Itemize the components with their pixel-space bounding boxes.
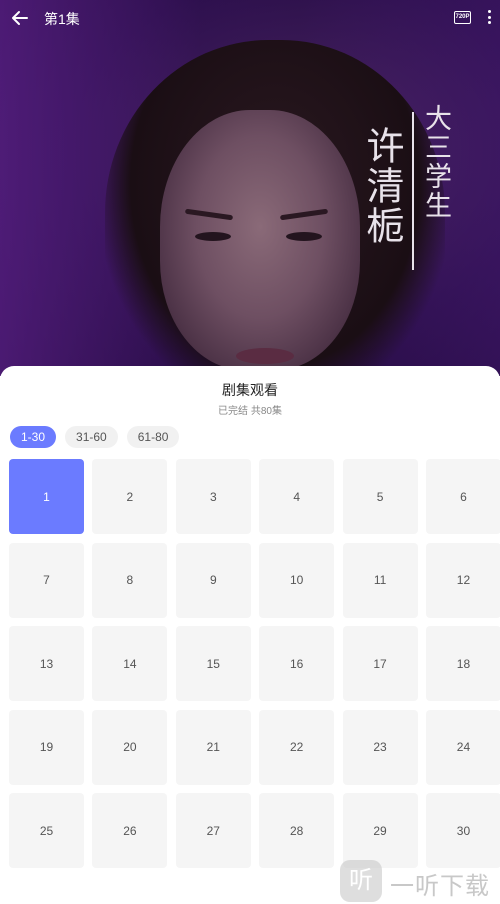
video-player[interactable]: 许清栀 大三学生 第1集 720P bbox=[0, 0, 500, 376]
episode-cell[interactable]: 9 bbox=[175, 542, 251, 618]
watermark: 听 一听下载 bbox=[340, 860, 500, 904]
episode-cell[interactable]: 6 bbox=[425, 459, 500, 534]
episode-cell[interactable]: 20 bbox=[92, 709, 168, 785]
episode-cell[interactable]: 25 bbox=[9, 793, 84, 868]
episode-title: 第1集 bbox=[44, 11, 80, 27]
quality-720p-icon[interactable]: 720P bbox=[454, 11, 471, 24]
episode-cell[interactable]: 17 bbox=[342, 626, 418, 701]
episode-cell[interactable]: 16 bbox=[259, 626, 335, 701]
video-figure-eye bbox=[195, 232, 231, 241]
video-figure-face bbox=[160, 110, 360, 370]
episode-cell[interactable]: 8 bbox=[92, 542, 168, 618]
caption-divider bbox=[412, 112, 414, 270]
more-options-icon[interactable] bbox=[488, 10, 492, 26]
episode-cell[interactable]: 22 bbox=[259, 709, 335, 785]
player-top-bar: 第1集 720P bbox=[0, 0, 500, 36]
episode-sheet: 剧集观看 已完结 共80集 1-30 31-60 61-80 1 2 3 4 5 6 7 8 9 10… bbox=[0, 366, 500, 904]
sheet-subtitle: 已完结 共80集 bbox=[218, 406, 282, 417]
episode-cell[interactable]: 19 bbox=[9, 709, 84, 785]
episode-cell[interactable]: 30 bbox=[425, 793, 500, 868]
episode-cell[interactable]: 13 bbox=[9, 626, 84, 701]
episode-cell[interactable]: 10 bbox=[259, 542, 335, 618]
episode-cell[interactable]: 5 bbox=[342, 459, 418, 534]
episode-cell[interactable]: 12 bbox=[425, 542, 500, 618]
video-caption-name: 许清栀 bbox=[360, 126, 404, 246]
episode-cell[interactable]: 1 bbox=[9, 459, 84, 534]
video-figure-eye bbox=[286, 232, 322, 241]
video-figure-lips bbox=[236, 348, 294, 364]
video-caption-role: 大三学生 bbox=[420, 104, 451, 220]
episode-cell[interactable]: 28 bbox=[259, 793, 335, 868]
episode-cell[interactable]: 18 bbox=[425, 626, 500, 701]
episode-cell[interactable]: 11 bbox=[342, 542, 418, 618]
episode-range-tabs: 1-30 31-60 61-80 bbox=[10, 426, 180, 448]
episode-cell[interactable]: 7 bbox=[9, 542, 84, 618]
episode-cell[interactable]: 4 bbox=[259, 459, 335, 534]
episode-cell[interactable]: 26 bbox=[92, 793, 168, 868]
episode-cell[interactable]: 21 bbox=[175, 709, 251, 785]
episode-cell[interactable]: 29 bbox=[342, 793, 418, 868]
watermark-logo: 听 bbox=[340, 860, 382, 902]
range-tab[interactable]: 61-80 bbox=[126, 426, 180, 448]
range-tab[interactable]: 31-60 bbox=[65, 426, 118, 448]
episode-cell[interactable]: 2 bbox=[92, 459, 168, 534]
episode-cell[interactable]: 14 bbox=[92, 626, 168, 701]
back-arrow-icon[interactable] bbox=[10, 8, 30, 28]
episode-cell[interactable]: 15 bbox=[175, 626, 251, 701]
episode-cell[interactable]: 23 bbox=[342, 709, 418, 785]
episode-grid: 1 2 3 4 5 6 7 8 9 10 11 12 13 14 15 16 17 18 19 20 21 22 23 24 2… bbox=[9, 459, 500, 868]
episode-cell[interactable]: 27 bbox=[175, 793, 251, 868]
episode-cell[interactable]: 3 bbox=[175, 459, 251, 534]
watermark-text: 一听下载 bbox=[390, 873, 490, 900]
sheet-title: 剧集观看 bbox=[222, 382, 278, 398]
episode-cell[interactable]: 24 bbox=[425, 709, 500, 785]
range-tab[interactable]: 1-30 bbox=[10, 426, 57, 448]
